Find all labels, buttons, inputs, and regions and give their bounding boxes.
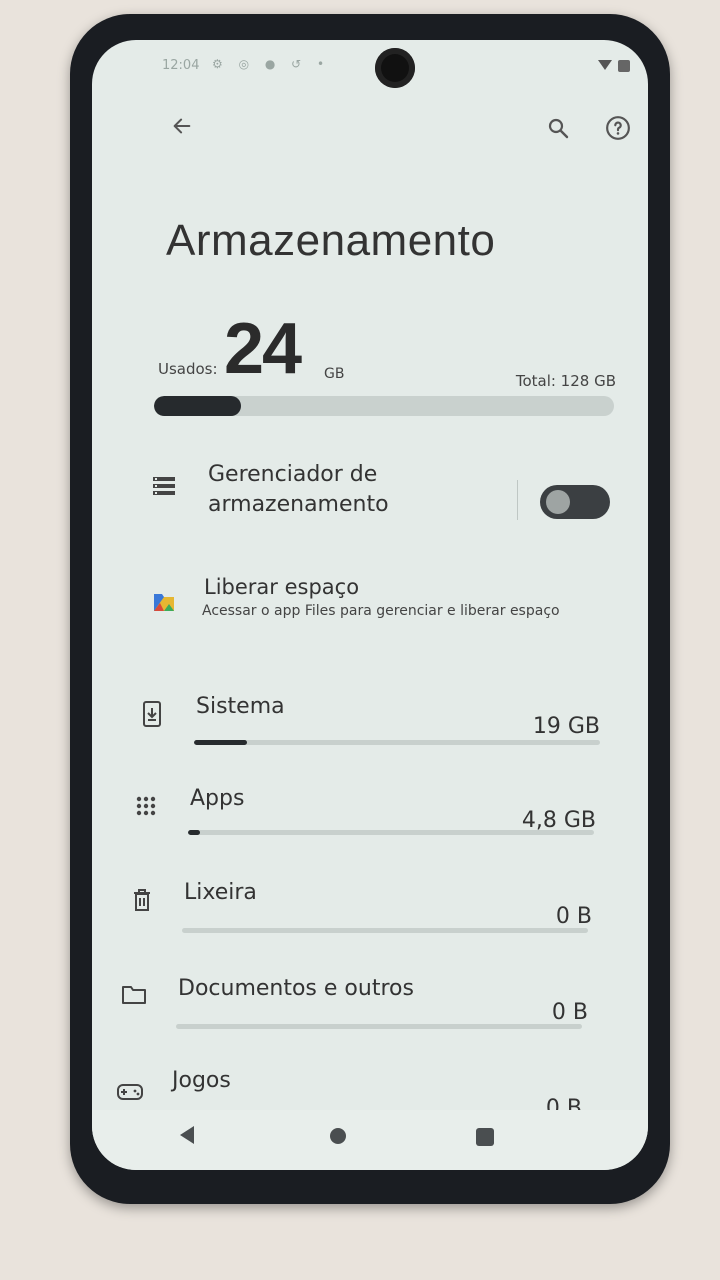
category-row-sistema[interactable]: Sistema 19 GB: [92, 680, 648, 766]
used-label: Usados:: [158, 360, 218, 378]
status-notification-icons: ⚙ ◎ ● ↺ •: [212, 57, 331, 71]
category-row-apps[interactable]: Apps 4,8 GB: [92, 772, 648, 858]
category-bar: [188, 830, 594, 835]
status-bar: 12:04 ⚙ ◎ ● ↺ •: [92, 40, 648, 80]
storage-manager-label[interactable]: Gerenciador de armazenamento: [208, 460, 508, 520]
navigation-bar: [92, 1110, 648, 1170]
free-up-space-title[interactable]: Liberar espaço: [204, 575, 359, 599]
apps-grid-icon: [128, 788, 164, 824]
wifi-icon: [598, 60, 612, 70]
system-update-icon: [134, 696, 170, 732]
nav-back-button[interactable]: [180, 1126, 194, 1144]
trash-icon: [124, 882, 160, 918]
page-title: Armazenamento: [166, 216, 496, 265]
used-value: 24: [224, 309, 302, 389]
folder-icon: [116, 976, 152, 1012]
search-icon: [548, 118, 569, 139]
category-label: Lixeira: [184, 880, 257, 905]
storage-manager-toggle[interactable]: [540, 485, 610, 519]
category-bar-fill: [194, 740, 247, 745]
storage-usage-bar: [154, 396, 614, 416]
category-label: Apps: [190, 786, 245, 811]
category-size: 19 GB: [532, 714, 600, 739]
status-right-icons: [598, 60, 630, 72]
nav-recents-button[interactable]: [476, 1128, 494, 1146]
search-button[interactable]: [540, 110, 576, 146]
used-unit: GB: [324, 366, 345, 382]
category-bar-fill: [188, 830, 201, 835]
category-size: 0 B: [555, 904, 592, 929]
arrow-back-icon: [173, 118, 191, 134]
storage-manager-icon: [146, 468, 182, 504]
status-time: 12:04: [162, 58, 200, 73]
category-size: 0 B: [551, 1000, 588, 1025]
category-label: Documentos e outros: [178, 976, 414, 1001]
category-bar: [182, 928, 588, 933]
divider: [517, 480, 518, 520]
category-bar: [194, 740, 600, 745]
gamepad-icon: [112, 1074, 148, 1110]
files-app-icon: [146, 583, 182, 619]
toggle-knob: [546, 490, 570, 514]
category-label: Jogos: [172, 1068, 231, 1093]
back-button[interactable]: [164, 108, 200, 144]
screen: 12:04 ⚙ ◎ ● ↺ • Armazenamento Usados: 24…: [92, 40, 648, 1170]
category-row-lixeira[interactable]: Lixeira 0 B: [92, 866, 648, 952]
nav-home-button[interactable]: [330, 1128, 346, 1144]
total-storage: Total: 128 GB: [515, 372, 616, 390]
free-up-space-subtitle: Acessar o app Files para gerenciar e lib…: [202, 603, 560, 619]
battery-icon: [618, 60, 630, 72]
category-bar: [176, 1024, 582, 1029]
front-camera: [375, 48, 415, 88]
category-label: Sistema: [196, 694, 285, 719]
category-row-documentos[interactable]: Documentos e outros 0 B: [92, 964, 648, 1050]
help-button[interactable]: [600, 110, 636, 146]
help-icon: [606, 116, 630, 140]
storage-usage-fill: [154, 396, 242, 416]
